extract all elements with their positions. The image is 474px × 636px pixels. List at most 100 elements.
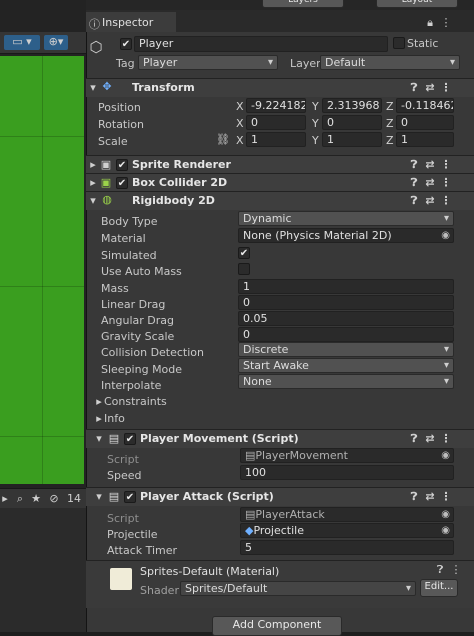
object-name-field[interactable]: Player: [134, 36, 388, 52]
transform-header[interactable]: ▾ ✥ Transform ❓︎ ⇄ ⋮: [86, 78, 474, 97]
script-label: Script: [107, 453, 139, 466]
help-icon[interactable]: ❓︎: [408, 490, 420, 504]
attack-timer-field[interactable]: 5: [240, 540, 454, 555]
component-menu-icon[interactable]: ⋮: [440, 432, 452, 445]
material-label: Material: [101, 232, 146, 245]
edit-shader-button[interactable]: Edit...: [420, 579, 458, 597]
projectile-field[interactable]: ◆Projectile: [240, 523, 454, 538]
rigidbody-header[interactable]: ▾ ◍ Rigidbody 2D ❓︎ ⇄ ⋮: [86, 191, 474, 210]
angular-drag-field[interactable]: 0.05: [238, 311, 454, 326]
player-attack-header[interactable]: ▾ ▤ ✔ Player Attack (Script) ❓︎ ⇄ ⋮: [86, 487, 474, 506]
help-icon[interactable]: ❓︎: [408, 432, 420, 446]
preset-icon[interactable]: ⇄: [424, 176, 436, 189]
scale-z-field[interactable]: 1: [396, 132, 454, 147]
use-auto-mass-checkbox[interactable]: [238, 263, 250, 275]
scene-toolbar: ▭ ▾ ⊕▾: [0, 32, 86, 54]
rotation-x-field[interactable]: 0: [246, 115, 306, 130]
tab-menu-icon[interactable]: ⋮: [440, 16, 452, 29]
player-movement-header[interactable]: ▾ ▤ ✔ Player Movement (Script) ❓︎ ⇄ ⋮: [86, 429, 474, 448]
box-collider-checkbox[interactable]: ✔: [116, 177, 128, 189]
sleeping-mode-dropdown[interactable]: Start Awake: [238, 358, 454, 373]
player-attack-checkbox[interactable]: ✔: [124, 491, 136, 503]
help-icon[interactable]: ❓︎: [408, 158, 420, 172]
layer-dropdown[interactable]: Default: [320, 55, 460, 70]
component-menu-icon[interactable]: ⋮: [440, 194, 452, 207]
mass-field[interactable]: 1: [238, 279, 454, 294]
info-arrow-icon[interactable]: ▸: [94, 412, 104, 425]
gravity-scale-field[interactable]: 0: [238, 327, 454, 342]
component-menu-icon[interactable]: ⋮: [440, 81, 452, 94]
hidden-eye-icon[interactable]: ⊘: [46, 492, 62, 505]
collision-detection-dropdown[interactable]: Discrete: [238, 342, 454, 357]
rotation-z-field[interactable]: 0: [396, 115, 454, 130]
tab-title: Inspector: [102, 16, 154, 29]
speed-label: Speed: [107, 469, 142, 482]
preset-icon[interactable]: ⇄: [424, 194, 436, 207]
gizmo-globe-icon[interactable]: ⊕▾: [44, 35, 68, 50]
position-x-field[interactable]: -9.224182: [246, 98, 306, 113]
component-menu-icon[interactable]: ⋮: [450, 563, 462, 576]
tab-inspector[interactable]: ⓘ Inspector: [86, 12, 176, 32]
attack-timer-label: Attack Timer: [107, 544, 178, 557]
create-icon[interactable]: ▸: [0, 492, 10, 505]
shader-dropdown[interactable]: Sprites/Default: [180, 581, 416, 596]
star-icon[interactable]: ★: [30, 492, 42, 505]
static-checkbox[interactable]: [393, 37, 405, 49]
component-menu-icon[interactable]: ⋮: [440, 176, 452, 189]
material-field[interactable]: None (Physics Material 2D): [238, 228, 454, 243]
position-z-field[interactable]: -0.1184623: [396, 98, 454, 113]
component-menu-icon[interactable]: ⋮: [440, 490, 452, 503]
constrain-proportions-icon[interactable]: ⛓︎: [216, 133, 230, 146]
linear-drag-field[interactable]: 0: [238, 295, 454, 310]
position-y-field[interactable]: 2.313968: [322, 98, 382, 113]
help-icon[interactable]: ❓︎: [434, 563, 446, 577]
player-movement-script-field: ▤PlayerMovement: [240, 448, 454, 463]
help-icon[interactable]: ❓︎: [408, 81, 420, 95]
constraints-arrow-icon[interactable]: ▸: [94, 395, 104, 408]
add-component-button[interactable]: Add Component: [212, 616, 342, 636]
material-preview-swatch[interactable]: [110, 568, 132, 590]
angular-drag-label: Angular Drag: [101, 314, 174, 327]
preset-icon[interactable]: ⇄: [424, 81, 436, 94]
layout-button[interactable]: Layout: [376, 0, 458, 8]
layer-count: 14: [67, 492, 81, 505]
active-checkbox[interactable]: ✔: [120, 38, 132, 50]
layers-button[interactable]: Layers: [262, 0, 344, 8]
camera-dropdown-icon[interactable]: ▭ ▾: [4, 35, 40, 50]
lock-icon[interactable]: 🔒︎: [424, 16, 436, 30]
scale-x-field[interactable]: 1: [246, 132, 306, 147]
tag-label: Tag: [116, 57, 135, 70]
preset-icon[interactable]: ⇄: [424, 158, 436, 171]
script-file-icon: ▤: [245, 449, 256, 462]
constraints-label[interactable]: Constraints: [104, 395, 167, 408]
sprite-renderer-title: Sprite Renderer: [132, 158, 231, 171]
player-movement-title: Player Movement (Script): [140, 432, 299, 445]
info-label[interactable]: Info: [104, 412, 125, 425]
sprite-renderer-checkbox[interactable]: ✔: [116, 159, 128, 171]
help-icon[interactable]: ❓︎: [408, 194, 420, 208]
tag-dropdown[interactable]: Player: [138, 55, 278, 70]
speed-field[interactable]: 100: [240, 465, 454, 480]
material-title: Sprites-Default (Material): [140, 565, 280, 578]
preset-icon[interactable]: ⇄: [424, 490, 436, 503]
box-collider-header[interactable]: ▸ ▣ ✔ Box Collider 2D ❓︎ ⇄ ⋮: [86, 173, 474, 192]
scene-view[interactable]: [0, 56, 84, 484]
body-type-dropdown[interactable]: Dynamic: [238, 211, 454, 226]
sprite-renderer-header[interactable]: ▸ ▣ ✔ Sprite Renderer ❓︎ ⇄ ⋮: [86, 155, 474, 174]
sprite-renderer-icon: ▣: [100, 158, 112, 171]
interpolate-dropdown[interactable]: None: [238, 374, 454, 389]
box-collider-title: Box Collider 2D: [132, 176, 228, 189]
component-menu-icon[interactable]: ⋮: [440, 158, 452, 171]
scale-y-field[interactable]: 1: [322, 132, 382, 147]
preset-icon[interactable]: ⇄: [424, 432, 436, 445]
box-collider-icon: ▣: [100, 176, 112, 189]
help-icon[interactable]: ❓︎: [408, 176, 420, 190]
search-icon[interactable]: ⌕: [14, 492, 26, 506]
rotation-y-field[interactable]: 0: [322, 115, 382, 130]
position-label: Position: [98, 101, 141, 114]
axis-x: X: [236, 100, 244, 113]
simulated-checkbox[interactable]: ✔: [238, 247, 250, 259]
expand-arrow-icon: ▾: [96, 490, 102, 503]
player-movement-checkbox[interactable]: ✔: [124, 433, 136, 445]
interpolate-label: Interpolate: [101, 379, 162, 392]
